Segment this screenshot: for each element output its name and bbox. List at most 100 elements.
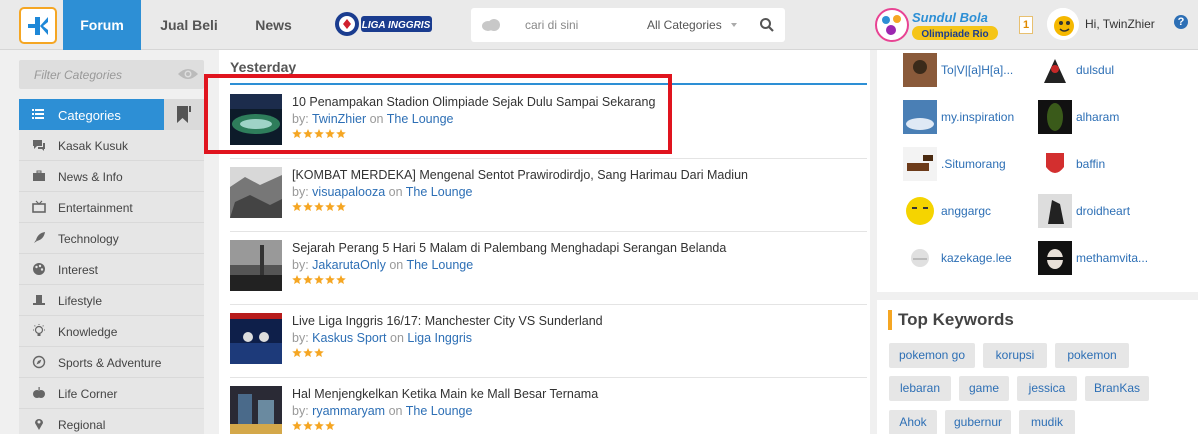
thread-author[interactable]: Kaskus Sport bbox=[312, 331, 386, 345]
thread-meta: by: Kaskus Sport on Liga Inggris bbox=[292, 331, 473, 345]
palette-icon bbox=[33, 263, 45, 275]
user-name[interactable]: .Situmorang bbox=[941, 157, 1006, 171]
sundul-bola-banner[interactable]: Sundul Bola Olimpiade Rio bbox=[875, 7, 1000, 43]
tab-news[interactable]: News bbox=[245, 0, 302, 50]
user-avatar[interactable] bbox=[903, 53, 937, 87]
thread-forum[interactable]: Liga Inggris bbox=[407, 331, 472, 345]
thread-forum[interactable]: The Lounge bbox=[406, 258, 473, 272]
user-name[interactable]: anggargc bbox=[941, 204, 991, 218]
thread-item[interactable]: Live Liga Inggris 16/17: Manchester City… bbox=[230, 305, 867, 378]
bookmark-tab[interactable] bbox=[164, 99, 204, 130]
star-icon bbox=[325, 202, 335, 211]
sidebar-item-label: Interest bbox=[58, 263, 99, 277]
thread-item[interactable]: Hal Menjengkelkan Ketika Main ke Mall Be… bbox=[230, 378, 867, 434]
thread-title[interactable]: Sejarah Perang 5 Hari 5 Malam di Palemba… bbox=[292, 241, 726, 255]
thread-title[interactable]: Hal Menjengkelkan Ketika Main ke Mall Be… bbox=[292, 387, 598, 401]
thread-title[interactable]: [KOMBAT MERDEKA] Mengenal Sentot Prawiro… bbox=[292, 168, 748, 182]
sidebar-item-regional[interactable]: Regional bbox=[19, 409, 204, 434]
filter-input[interactable]: Filter Categories bbox=[34, 68, 122, 82]
keyword-tag[interactable]: pokemon bbox=[1055, 343, 1129, 368]
top-navigation-bar: Forum Jual Beli News LIGA INGGRIS cari d… bbox=[0, 0, 1198, 50]
user-name[interactable]: kazekage.lee bbox=[941, 251, 1012, 265]
search-icon[interactable] bbox=[759, 17, 775, 33]
keyword-tag[interactable]: korupsi bbox=[983, 343, 1047, 368]
keyword-tag[interactable]: pokemon go bbox=[889, 343, 975, 368]
sidebar-item-technology[interactable]: Technology bbox=[19, 223, 204, 254]
thread-thumbnail[interactable] bbox=[230, 240, 282, 291]
liga-inggris-logo[interactable]: LIGA INGGRIS bbox=[333, 10, 434, 38]
thread-author[interactable]: ryammaryam bbox=[312, 404, 385, 418]
user-avatar[interactable] bbox=[903, 194, 937, 228]
user-avatar[interactable] bbox=[903, 241, 937, 275]
user-name[interactable]: dulsdul bbox=[1076, 63, 1114, 77]
list-icon bbox=[32, 109, 44, 119]
star-icon bbox=[292, 275, 302, 284]
category-select[interactable]: All Categories bbox=[647, 18, 722, 32]
rating-stars bbox=[292, 275, 346, 284]
keywords-accent-bar bbox=[888, 310, 892, 330]
user-name[interactable]: methamvita... bbox=[1076, 251, 1148, 265]
user-name[interactable]: droidheart bbox=[1076, 204, 1130, 218]
user-avatar[interactable] bbox=[1038, 194, 1072, 228]
rating-stars bbox=[292, 421, 335, 430]
user-name[interactable]: To|V|[a]H[a]... bbox=[941, 63, 1013, 77]
sidebar-item-knowledge[interactable]: Knowledge bbox=[19, 316, 204, 347]
filter-categories[interactable]: Filter Categories bbox=[19, 60, 204, 89]
sidebar-item-entertainment[interactable]: Entertainment bbox=[19, 192, 204, 223]
sidebar-item-label: Knowledge bbox=[58, 325, 118, 339]
chat-icon bbox=[33, 140, 45, 151]
thread-item[interactable]: [KOMBAT MERDEKA] Mengenal Sentot Prawiro… bbox=[230, 159, 867, 232]
sidebar-item-news-info[interactable]: News & Info bbox=[19, 161, 204, 192]
notification-badge[interactable]: 1 bbox=[1019, 16, 1033, 34]
user-avatar[interactable] bbox=[903, 100, 937, 134]
thread-thumbnail[interactable] bbox=[230, 386, 282, 434]
categories-header[interactable]: Categories bbox=[19, 99, 164, 130]
user-greeting[interactable]: Hi, TwinZhier bbox=[1085, 17, 1155, 31]
user-avatar[interactable] bbox=[1038, 147, 1072, 181]
keyword-tag[interactable]: Ahok bbox=[889, 410, 937, 434]
user-avatar[interactable] bbox=[1038, 241, 1072, 275]
keyword-tag[interactable]: BranKas bbox=[1085, 376, 1149, 401]
thread-forum[interactable]: The Lounge bbox=[406, 185, 473, 199]
eye-icon[interactable] bbox=[177, 67, 199, 81]
thread-author[interactable]: JakarutaOnly bbox=[312, 258, 386, 272]
sidebar-item-life-corner[interactable]: Life Corner bbox=[19, 378, 204, 409]
keyword-tag[interactable]: game bbox=[959, 376, 1009, 401]
tab-forum[interactable]: Forum bbox=[63, 0, 141, 50]
kaskus-logo[interactable] bbox=[19, 7, 57, 44]
thread-item[interactable]: Sejarah Perang 5 Hari 5 Malam di Palemba… bbox=[230, 232, 867, 305]
top-keywords: Top Keywords pokemon go korupsi pokemon … bbox=[877, 300, 1198, 434]
sidebar-item-interest[interactable]: Interest bbox=[19, 254, 204, 285]
chevron-down-icon[interactable] bbox=[731, 23, 737, 27]
sidebar-item-lifestyle[interactable]: Lifestyle bbox=[19, 285, 204, 316]
keyword-tag[interactable]: jessica bbox=[1017, 376, 1077, 401]
user-name[interactable]: alharam bbox=[1076, 110, 1119, 124]
sundul-bola-subtitle: Olimpiade Rio bbox=[921, 29, 988, 40]
user-avatar[interactable] bbox=[903, 147, 937, 181]
right-sidebar: To|V|[a]H[a]... dulsdul my.inspiration a… bbox=[877, 50, 1198, 434]
help-icon[interactable]: ? bbox=[1174, 15, 1188, 29]
cloud-icon[interactable] bbox=[481, 18, 501, 32]
tab-jual-beli[interactable]: Jual Beli bbox=[153, 0, 225, 50]
keyword-tag[interactable]: gubernur bbox=[945, 410, 1011, 434]
thread-thumbnail[interactable] bbox=[230, 167, 282, 218]
user-avatar[interactable] bbox=[1038, 100, 1072, 134]
avatar[interactable] bbox=[1047, 8, 1079, 40]
user-name[interactable]: my.inspiration bbox=[941, 110, 1014, 124]
search-input[interactable]: cari di sini bbox=[525, 18, 578, 32]
sidebar-item-sports-adventure[interactable]: Sports & Adventure bbox=[19, 347, 204, 378]
user-avatar[interactable] bbox=[1038, 53, 1072, 87]
keyword-tag[interactable]: lebaran bbox=[889, 376, 951, 401]
sidebar-item-kasak-kusuk[interactable]: Kasak Kusuk bbox=[19, 130, 204, 161]
thread-forum[interactable]: The Lounge bbox=[406, 404, 473, 418]
thread-author[interactable]: visuapalooza bbox=[312, 185, 385, 199]
hat-icon bbox=[33, 295, 45, 305]
thread-thumbnail[interactable] bbox=[230, 313, 282, 364]
briefcase-icon bbox=[33, 170, 45, 181]
thread-title[interactable]: Live Liga Inggris 16/17: Manchester City… bbox=[292, 314, 603, 328]
keyword-tag[interactable]: mudik bbox=[1019, 410, 1075, 434]
user-name[interactable]: baffin bbox=[1076, 157, 1105, 171]
sidebar-item-label: Sports & Adventure bbox=[58, 356, 162, 370]
active-users: To|V|[a]H[a]... dulsdul my.inspiration a… bbox=[877, 50, 1198, 292]
star-icon bbox=[292, 202, 302, 211]
